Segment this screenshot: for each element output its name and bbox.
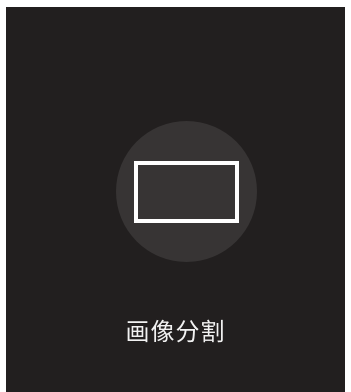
tile-label: 画像分割 bbox=[125, 318, 226, 346]
split-image-tile[interactable]: 画像分割 bbox=[6, 7, 345, 392]
icon-circle bbox=[116, 121, 257, 262]
single-frame-icon bbox=[134, 161, 239, 223]
